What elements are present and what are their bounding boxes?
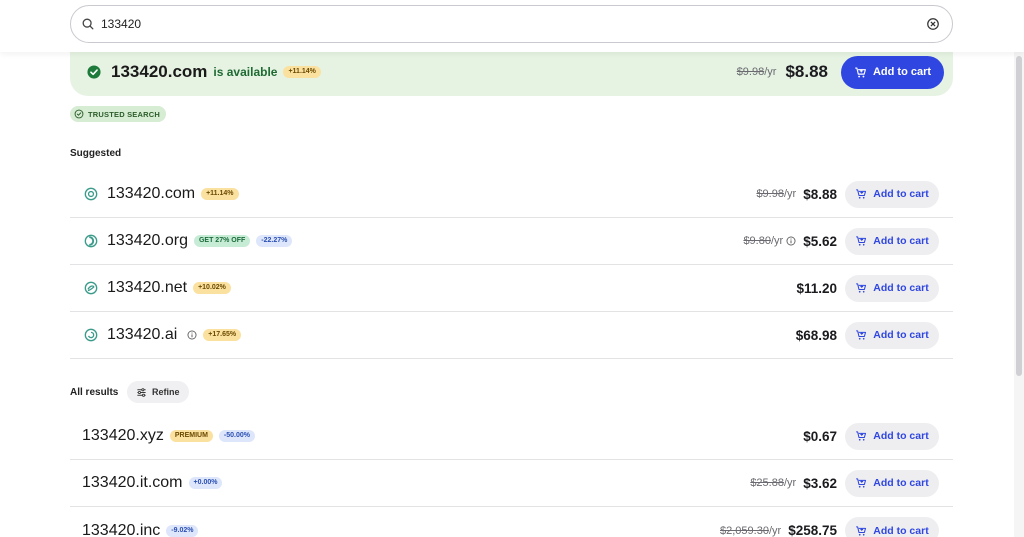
domain-name[interactable]: 133420.xyz [82, 427, 164, 445]
add-to-cart-button[interactable]: Add to cart [845, 227, 939, 255]
result-row[interactable]: 133420.xyz PREMIUM -50.00% $0.67 Add to … [70, 413, 953, 460]
featured-price: $8.88 [785, 62, 828, 81]
domain-price: $5.62 [803, 233, 837, 249]
price-change-badge: -22.27% [256, 235, 293, 247]
add-to-cart-button[interactable]: Add to cart [845, 274, 939, 302]
suggested-row[interactable]: 133420.org GET 27% OFF -22.27% $9.80/yr … [70, 218, 953, 265]
domain-name[interactable]: 133420.ai [107, 326, 177, 344]
available-domain-banner: 133420.com is available +11.14% $9.98/yr… [70, 48, 953, 96]
domain-tld-icon [84, 187, 98, 201]
price-unit: /yr [783, 188, 797, 200]
availability-status: is available [213, 65, 278, 79]
price-unit: /yr [783, 477, 797, 489]
domain-name[interactable]: 133420.org [107, 232, 188, 250]
domain-tld-icon [84, 281, 98, 295]
price-change-badge: +0.00% [188, 477, 223, 489]
info-icon[interactable] [786, 236, 796, 246]
trusted-search-badge: TRUSTED SEARCH [70, 106, 166, 122]
add-to-cart-label: Add to cart [873, 282, 929, 294]
trusted-search-label: TRUSTED SEARCH [88, 109, 160, 119]
add-to-cart-button[interactable]: Add to cart [845, 321, 939, 349]
scrollbar[interactable] [1014, 0, 1024, 537]
add-to-cart-label: Add to cart [873, 524, 929, 537]
price-change-badge: +17.65% [203, 329, 242, 341]
add-to-cart-button[interactable]: Add to cart [845, 422, 939, 450]
add-to-cart-label: Add to cart [873, 477, 929, 489]
cart-icon [856, 330, 867, 340]
domain-name[interactable]: 133420.com [107, 185, 195, 203]
original-price: $9.98 [736, 66, 765, 78]
price-unit: /yr [764, 66, 777, 78]
add-to-cart-label: Add to cart [872, 66, 932, 78]
info-icon[interactable] [187, 330, 197, 340]
domain-price: $11.20 [796, 280, 837, 296]
suggested-row[interactable]: 133420.ai +17.65% $68.98 Add to cart [70, 312, 953, 359]
result-row[interactable]: 133420.it.com +0.00% $25.88/yr $3.62 Add… [70, 460, 953, 507]
original-price: $25.88 [750, 477, 784, 489]
domain-price: $3.62 [803, 475, 837, 491]
cart-icon [856, 478, 867, 488]
result-row[interactable]: 133420.inc -9.02% $2,059.30/yr $258.75 A… [70, 507, 953, 537]
featured-domain-name: 133420.com [111, 62, 208, 81]
cart-icon [856, 431, 867, 441]
cart-icon [856, 525, 867, 536]
original-price: $9.80 [743, 235, 771, 247]
suggested-heading: Suggested [70, 148, 122, 159]
add-to-cart-button[interactable]: Add to cart [845, 180, 939, 208]
clear-search-icon[interactable] [926, 17, 940, 31]
discount-badge: GET 27% OFF [193, 235, 251, 247]
refine-button[interactable]: Refine [127, 381, 189, 403]
domain-price: $8.88 [803, 186, 837, 202]
cart-icon [856, 189, 867, 199]
domain-name[interactable]: 133420.net [107, 279, 187, 297]
all-results-heading: All results [70, 387, 119, 398]
search-input[interactable] [101, 17, 926, 31]
original-price: $9.98 [756, 188, 784, 200]
search-box[interactable] [70, 5, 953, 43]
domain-price: $258.75 [788, 523, 837, 537]
cart-icon [855, 66, 866, 77]
domain-tld-icon [84, 328, 98, 342]
domain-price: $68.98 [795, 327, 837, 343]
featured-add-to-cart-button[interactable]: Add to cart [841, 55, 944, 89]
price-change-badge: -50.00% [218, 430, 255, 442]
original-price: $2,059.30 [720, 524, 769, 537]
domain-price: $0.67 [803, 428, 837, 444]
add-to-cart-label: Add to cart [873, 329, 929, 341]
premium-badge: PREMIUM [169, 430, 213, 442]
suggested-row[interactable]: 133420.net +10.02% $11.20 Add to cart [70, 265, 953, 312]
domain-name[interactable]: 133420.it.com [82, 474, 183, 492]
add-to-cart-button[interactable]: Add to cart [845, 469, 939, 497]
price-change-badge: +10.02% [193, 282, 231, 294]
refine-label: Refine [152, 387, 180, 397]
price-change-badge: +11.14% [201, 188, 239, 200]
price-change-badge: -9.02% [166, 524, 199, 537]
price-unit: /yr [770, 235, 784, 247]
shield-check-icon [74, 109, 84, 119]
add-to-cart-button[interactable]: Add to cart [845, 517, 939, 537]
scrollbar-thumb[interactable] [1016, 56, 1022, 376]
add-to-cart-label: Add to cart [873, 188, 929, 200]
price-change-badge: +11.14% [283, 66, 321, 78]
add-to-cart-label: Add to cart [873, 430, 929, 442]
header-bar [0, 0, 1024, 52]
domain-tld-icon [84, 234, 98, 248]
search-icon [82, 18, 94, 30]
price-unit: /yr [768, 524, 782, 537]
domain-name[interactable]: 133420.inc [82, 522, 160, 537]
sliders-icon [137, 387, 146, 397]
cart-icon [856, 283, 867, 293]
suggested-row[interactable]: 133420.com +11.14% $9.98/yr $8.88 Add to… [70, 171, 953, 218]
cart-icon [856, 236, 867, 246]
check-circle-icon [87, 65, 101, 79]
add-to-cart-label: Add to cart [873, 235, 929, 247]
